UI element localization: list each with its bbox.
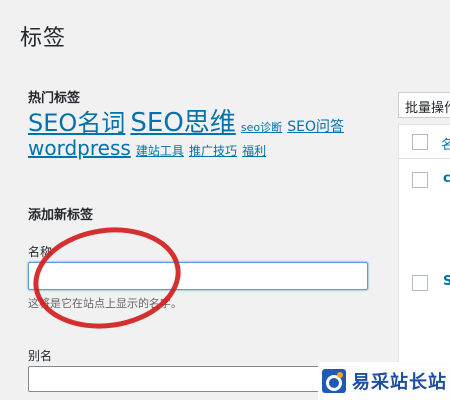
tag-link[interactable]: 建站工具: [136, 145, 184, 157]
popular-tags-heading: 热门标签: [28, 91, 81, 106]
tag-link[interactable]: wordpress: [28, 138, 131, 158]
select-all-checkbox[interactable]: [412, 134, 428, 150]
tag-link[interactable]: SEO名词: [28, 111, 125, 135]
tag-link[interactable]: SEO问答: [287, 120, 344, 134]
row-checkbox[interactable]: [412, 275, 428, 291]
tag-link[interactable]: seo诊断: [241, 122, 282, 133]
table-header: 名: [399, 125, 450, 159]
row-name-link[interactable]: S: [443, 274, 450, 289]
add-tag-panel: 热门标签 SEO名词 SEO思维 seo诊断 SEO问答 wordpress 建…: [26, 0, 373, 400]
tag-list-panel: 批量操作 名 c S: [398, 0, 450, 400]
tag-link[interactable]: SEO思维: [130, 110, 235, 136]
tag-link[interactable]: 福利: [242, 145, 266, 157]
slug-input[interactable]: [28, 366, 358, 392]
row-name-link[interactable]: c: [443, 171, 450, 186]
tag-link[interactable]: 推广技巧: [189, 145, 237, 157]
tag-table: 名 c S: [398, 124, 450, 364]
watermark-logo-icon: [322, 369, 346, 393]
watermark-text: 易采站长站: [352, 372, 447, 393]
site-watermark: 易采站长站: [318, 362, 450, 400]
red-circle-annotation: [26, 218, 188, 338]
column-name-header[interactable]: 名: [441, 134, 450, 153]
slug-label: 别名: [28, 349, 53, 363]
bulk-actions-select[interactable]: 批量操作: [398, 92, 450, 118]
row-checkbox[interactable]: [412, 172, 428, 188]
add-new-tag-heading: 添加新标签: [28, 208, 94, 223]
